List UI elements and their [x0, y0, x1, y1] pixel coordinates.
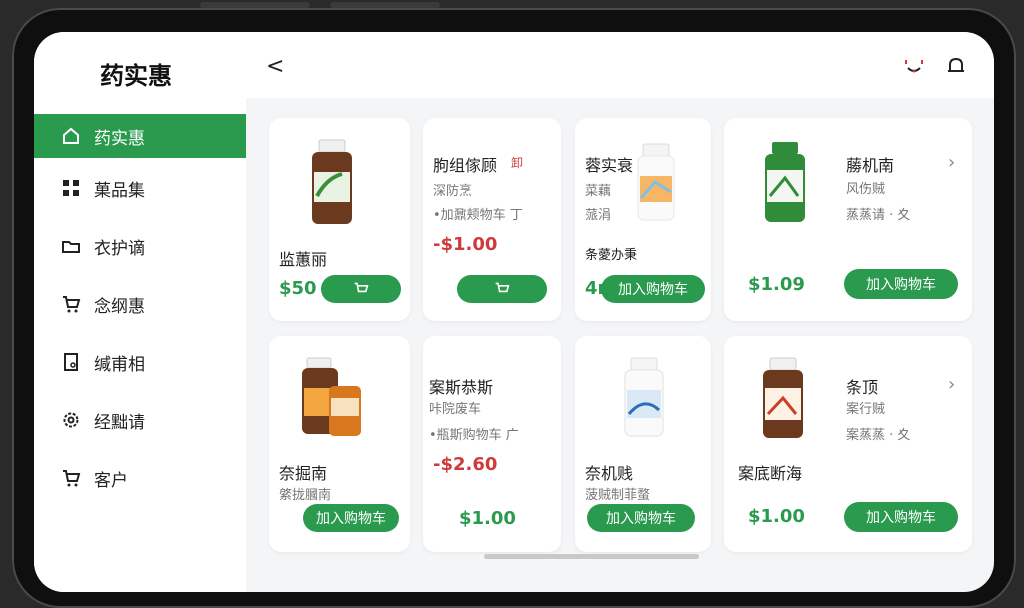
sidebar: 药实惠 药实惠 菓品集 衣护谪 念纲惠 缄甫相 经黜请 客户 — [34, 32, 246, 592]
product-name-secondary: 案底断海 — [738, 464, 803, 483]
product-subtitle: 蒎涓 — [585, 208, 612, 223]
app-screen: 药实惠 药实惠 菓品集 衣护谪 念纲惠 缄甫相 经黜请 客户 < 监蕙丽 $50… — [34, 32, 994, 592]
product-subtitle: 菜藕 — [585, 184, 612, 199]
add-to-cart-button[interactable]: 加入购物车 — [601, 275, 705, 303]
product-card[interactable]: 监蕙丽 $50 — [269, 118, 410, 321]
product-card[interactable]: 朐组傢顾 卸 深防烹 •加鼐颊物车 丁 -$1.00 — [423, 118, 561, 321]
cart-icon — [495, 282, 510, 293]
home-indicator[interactable] — [484, 554, 699, 559]
product-subtitle: 风伤贼 — [846, 182, 886, 197]
sidebar-item-documents[interactable]: 缄甫相 — [34, 340, 246, 384]
product-price: $1.09 — [748, 274, 805, 295]
add-to-cart-button[interactable]: 加入购物车 — [844, 502, 958, 532]
product-name: 蕂机南 — [846, 156, 895, 175]
cart-icon — [354, 282, 369, 293]
sidebar-item-label: 菓品集 — [94, 180, 145, 201]
bell-icon[interactable] — [944, 54, 968, 82]
grid-icon — [60, 177, 82, 199]
add-to-cart-button[interactable]: 加入购物车 — [844, 269, 958, 299]
sidebar-item-label: 缄甫相 — [94, 354, 145, 375]
sidebar-item-label: 衣护谪 — [94, 238, 145, 259]
product-subtitle: •瓶斯购物车 广 — [429, 428, 519, 443]
product-card[interactable]: 蓉实衰 菜藕 蒎涓 条薆办秉 4r 加入购物车 — [575, 118, 711, 321]
product-name: 朐组傢顾 — [433, 156, 498, 175]
product-card[interactable]: 奈机贱 菠贼制菲蝥 加入购物车 — [575, 336, 711, 552]
product-image — [302, 357, 361, 436]
device-button — [330, 2, 440, 8]
people-icon[interactable] — [902, 54, 926, 82]
add-to-cart-button[interactable] — [321, 275, 401, 303]
sidebar-item-label: 药实惠 — [94, 128, 145, 149]
gear-icon — [60, 409, 82, 431]
product-name: 蓉实衰 — [585, 156, 634, 175]
product-card[interactable]: 蕂机南 › 风伤贼 蒸蒸请 · 夊 $1.09 加入购物车 — [724, 118, 972, 321]
sidebar-item-label: 经黜请 — [94, 412, 145, 433]
product-subtitle: 案行贼 — [846, 402, 886, 417]
folder-icon — [60, 235, 82, 257]
add-to-cart-button[interactable]: 加入购物车 — [587, 504, 695, 532]
product-card[interactable]: 条顶 › 案行贼 案蒸蒸 · 夊 案底断海 $1.00 加入购物车 — [724, 336, 972, 552]
back-button[interactable]: < — [266, 54, 284, 79]
add-to-cart-button[interactable] — [457, 275, 547, 303]
product-image — [637, 143, 675, 221]
product-name: 监蕙丽 — [279, 250, 328, 269]
product-name: 奈机贱 — [585, 464, 634, 483]
home-icon — [60, 125, 82, 147]
top-header: < — [246, 32, 994, 98]
sidebar-item-label: 客户 — [94, 470, 128, 491]
product-subtitle: 案蒸蒸 · 夊 — [846, 428, 911, 443]
product-card[interactable]: 案斯恭斯 咔院废车 •瓶斯购物车 广 -$2.60 $1.00 — [423, 336, 561, 552]
product-image — [763, 357, 803, 438]
product-subtitle: 咔院废车 — [429, 402, 482, 417]
add-to-cart-button[interactable]: 加入购物车 — [303, 504, 399, 532]
product-detail: 条薆办秉 — [585, 248, 638, 263]
cart-icon — [60, 293, 82, 315]
document-icon — [60, 351, 82, 373]
sidebar-item-care[interactable]: 衣护谪 — [34, 224, 246, 268]
product-price: $1.00 — [748, 506, 805, 527]
product-price-alt: $1.00 — [459, 508, 516, 529]
sidebar-item-customer[interactable]: 客户 — [34, 456, 246, 500]
cart-icon — [60, 467, 82, 489]
chevron-right-icon[interactable]: › — [948, 374, 955, 395]
product-subtitle: 蒸蒸请 · 夊 — [846, 208, 911, 223]
sidebar-item-home[interactable]: 药实惠 — [34, 114, 246, 158]
product-tag: 卸 — [511, 156, 524, 170]
product-price: $50 — [279, 278, 317, 299]
app-title: 药实惠 — [100, 62, 172, 90]
sidebar-item-label: 念纲惠 — [94, 296, 145, 317]
product-subtitle: •加鼐颊物车 丁 — [433, 208, 523, 223]
product-image — [312, 139, 352, 224]
product-card[interactable]: 奈掘南 綮拢膕南 加入购物车 — [269, 336, 410, 552]
product-subtitle: 深防烹 — [433, 184, 473, 199]
product-image — [765, 142, 805, 222]
product-name: 奈掘南 — [279, 464, 328, 483]
device-button — [200, 2, 310, 8]
product-name: 案斯恭斯 — [429, 378, 494, 397]
product-price: -$2.60 — [433, 454, 498, 475]
product-subtitle: 綮拢膕南 — [279, 488, 332, 503]
chevron-right-icon[interactable]: › — [948, 152, 955, 173]
sidebar-item-settings[interactable]: 经黜请 — [34, 398, 246, 442]
product-name: 条顶 — [846, 378, 879, 397]
sidebar-item-cart[interactable]: 念纲惠 — [34, 282, 246, 326]
product-price: -$1.00 — [433, 234, 498, 255]
product-image — [624, 357, 664, 437]
sidebar-item-products[interactable]: 菓品集 — [34, 166, 246, 210]
product-subtitle: 菠贼制菲蝥 — [585, 488, 651, 503]
